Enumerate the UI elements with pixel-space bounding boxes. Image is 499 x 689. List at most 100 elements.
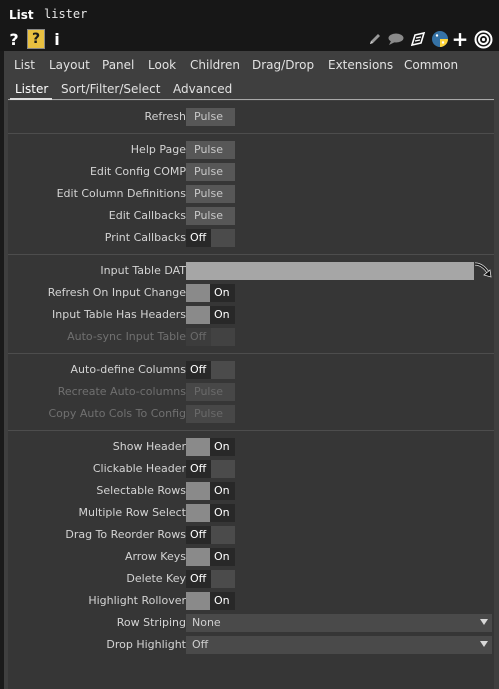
- param-label-refresh-on-input-change: Refresh On Input Change: [47, 286, 186, 299]
- toggle-knob: [211, 229, 235, 247]
- toggle-knob: [186, 306, 210, 324]
- toggle-value: On: [214, 484, 230, 497]
- param-label-auto-define-columns: Auto-define Columns: [70, 363, 186, 376]
- menu-value: None: [192, 616, 221, 629]
- subtab-advanced[interactable]: Advanced: [173, 82, 232, 96]
- drop-highlight-menu[interactable]: Off: [186, 636, 492, 654]
- section-divider: [8, 353, 494, 354]
- toggle-value: On: [214, 308, 230, 321]
- param-label-edit-config-comp: Edit Config COMP: [89, 165, 186, 178]
- subtab-lister[interactable]: Lister: [15, 82, 48, 96]
- param-label-clickable-header: Clickable Header: [92, 462, 186, 475]
- refresh-pulse-button[interactable]: Pulse: [186, 108, 235, 126]
- comment-icon[interactable]: [387, 29, 405, 49]
- param-label-selectable-rows: Selectable Rows: [96, 484, 186, 497]
- param-label-help-page: Help Page: [130, 143, 186, 156]
- auto-sync-input-table-toggle: Off: [186, 328, 235, 346]
- tab-children[interactable]: Children: [190, 58, 240, 72]
- tab-list[interactable]: List: [14, 58, 35, 72]
- param-label-edit-column-definitions: Edit Column Definitions: [56, 187, 186, 200]
- multiple-row-select-toggle[interactable]: On: [186, 504, 235, 522]
- arrow-keys-toggle[interactable]: On: [186, 548, 235, 566]
- param-label-row-striping: Row Striping: [116, 616, 186, 629]
- param-label-multiple-row-select: Multiple Row Select: [78, 506, 187, 519]
- edit-column-definitions-pulse-button[interactable]: Pulse: [186, 185, 235, 203]
- param-label-print-callbacks: Print Callbacks: [104, 231, 186, 244]
- parameter-list: Refresh Pulse Help Page Pulse Edit Confi…: [8, 101, 494, 689]
- row-striping-menu[interactable]: None: [186, 614, 492, 632]
- param-label-refresh: Refresh: [144, 110, 186, 123]
- target-icon[interactable]: [474, 29, 493, 49]
- section-divider: [8, 133, 494, 134]
- toggle-knob: [186, 284, 210, 302]
- toggle-value: Off: [190, 330, 207, 343]
- toggle-knob: [186, 438, 210, 456]
- delete-key-toggle[interactable]: Off: [186, 570, 235, 588]
- refresh-on-input-change-toggle[interactable]: On: [186, 284, 235, 302]
- dat-drop-arrow-icon[interactable]: [474, 262, 494, 280]
- param-label-show-header: Show Header: [112, 440, 186, 453]
- toggle-value: On: [214, 550, 230, 563]
- toggle-knob: [186, 482, 210, 500]
- subpage-divider: [8, 99, 494, 100]
- pencil-icon[interactable]: [367, 29, 383, 49]
- param-label-input-table-has-headers: Input Table Has Headers: [52, 308, 186, 321]
- tab-common[interactable]: Common: [404, 58, 458, 72]
- tab-panel[interactable]: Panel: [102, 58, 134, 72]
- section-divider: [8, 430, 494, 431]
- show-header-toggle[interactable]: On: [186, 438, 235, 456]
- clickable-header-toggle[interactable]: Off: [186, 460, 235, 478]
- input-table-has-headers-toggle[interactable]: On: [186, 306, 235, 324]
- toggle-value: On: [214, 440, 230, 453]
- print-callbacks-toggle[interactable]: Off: [186, 229, 235, 247]
- chevron-down-icon: [480, 619, 488, 625]
- toggle-value: Off: [190, 231, 207, 244]
- tab-look[interactable]: Look: [148, 58, 176, 72]
- edit-config-comp-pulse-button[interactable]: Pulse: [186, 163, 235, 181]
- subpage-tab-bar: Lister Sort/Filter/Select Advanced: [4, 77, 499, 101]
- tab-drag-drop[interactable]: Drag/Drop: [252, 58, 314, 72]
- toggle-value: On: [214, 506, 230, 519]
- page-tab-bar: List Layout Panel Look Children Drag/Dro…: [4, 51, 499, 77]
- info-icon[interactable]: i: [52, 29, 62, 49]
- icon-toolbar: ? ? i +: [0, 27, 499, 51]
- operator-help-icon[interactable]: ?: [27, 29, 45, 49]
- toggle-knob: [186, 592, 210, 610]
- param-label-auto-sync-input-table: Auto-sync Input Table: [67, 330, 186, 343]
- param-label-drag-to-reorder-rows: Drag To Reorder Rows: [65, 528, 186, 541]
- copy-auto-cols-to-config-pulse-button: Pulse: [186, 405, 235, 423]
- toggle-knob: [211, 460, 235, 478]
- python-icon[interactable]: [431, 29, 449, 49]
- help-page-pulse-button[interactable]: Pulse: [186, 141, 235, 159]
- clone-icon[interactable]: [409, 29, 427, 49]
- selectable-rows-toggle[interactable]: On: [186, 482, 235, 500]
- toggle-value: On: [214, 594, 230, 607]
- tab-extensions[interactable]: Extensions: [328, 58, 393, 72]
- operator-type-label: List: [9, 8, 34, 22]
- title-bar: List lister: [0, 0, 499, 27]
- question-mark-icon[interactable]: ?: [8, 29, 20, 49]
- operator-name-label[interactable]: lister: [44, 7, 87, 21]
- param-label-arrow-keys: Arrow Keys: [124, 550, 186, 563]
- plus-icon[interactable]: +: [452, 27, 469, 51]
- toggle-value: Off: [190, 528, 207, 541]
- param-label-edit-callbacks: Edit Callbacks: [108, 209, 186, 222]
- param-label-drop-highlight: Drop Highlight: [106, 638, 186, 651]
- drag-to-reorder-rows-toggle[interactable]: Off: [186, 526, 235, 544]
- param-label-input-table-dat: Input Table DAT: [100, 264, 186, 277]
- input-table-dat-field[interactable]: [186, 262, 474, 280]
- auto-define-columns-toggle[interactable]: Off: [186, 361, 235, 379]
- recreate-auto-columns-pulse-button: Pulse: [186, 383, 235, 401]
- param-label-delete-key: Delete Key: [126, 572, 186, 585]
- edit-callbacks-pulse-button[interactable]: Pulse: [186, 207, 235, 225]
- toggle-knob: [186, 548, 210, 566]
- parameter-panel: List Layout Panel Look Children Drag/Dro…: [4, 51, 499, 689]
- tab-layout[interactable]: Layout: [49, 58, 90, 72]
- toggle-value: Off: [190, 572, 207, 585]
- highlight-rollover-toggle[interactable]: On: [186, 592, 235, 610]
- toggle-knob: [186, 504, 210, 522]
- subtab-sort-filter-select[interactable]: Sort/Filter/Select: [61, 82, 160, 96]
- toggle-value: On: [214, 286, 230, 299]
- toggle-knob: [211, 526, 235, 544]
- section-divider: [8, 254, 494, 255]
